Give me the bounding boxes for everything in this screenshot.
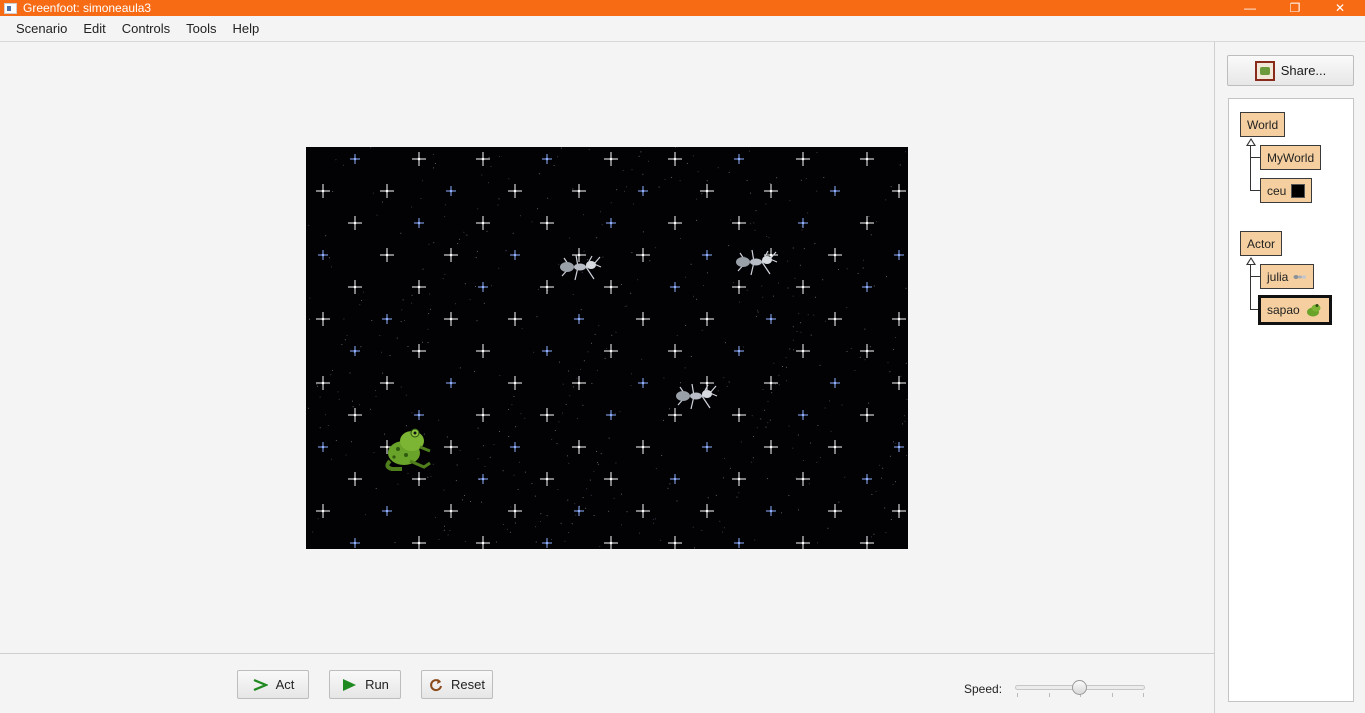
class-label: Actor <box>1247 236 1276 251</box>
menu-help[interactable]: Help <box>225 21 268 36</box>
share-icon <box>1254 60 1275 81</box>
minimize-button[interactable]: — <box>1230 0 1270 16</box>
ant-icon[interactable] <box>556 250 602 284</box>
class-world[interactable]: World <box>1240 112 1286 137</box>
tree-line <box>1250 146 1251 191</box>
window-title: Greenfoot: simoneaula3 <box>23 1 152 15</box>
menu-bar: Scenario Edit Controls Tools Help <box>0 16 1365 42</box>
slider-tick <box>1143 693 1144 697</box>
controls-divider <box>0 653 1214 654</box>
panel-divider <box>1214 42 1215 713</box>
run-button[interactable]: Run <box>329 670 401 699</box>
class-sapao[interactable]: sapao <box>1258 295 1332 325</box>
ant-icon[interactable] <box>672 379 718 413</box>
class-julia[interactable]: julia <box>1260 264 1315 289</box>
ant-icon <box>1293 274 1307 279</box>
reset-label: Reset <box>451 677 485 692</box>
act-label: Act <box>275 677 295 692</box>
tree-line <box>1250 276 1260 277</box>
frog-icon[interactable] <box>380 421 434 473</box>
act-button[interactable]: Act <box>237 670 309 699</box>
run-label: Run <box>365 677 389 692</box>
starfield-thumbnail-icon <box>1291 183 1306 198</box>
class-label: World <box>1247 117 1279 132</box>
class-label: ceu <box>1267 183 1287 198</box>
class-label: MyWorld <box>1267 150 1315 165</box>
inheritance-arrow-icon <box>1246 257 1256 265</box>
reset-button[interactable]: Reset <box>421 670 493 699</box>
slider-tick <box>1049 693 1050 697</box>
class-ceu[interactable]: ceu <box>1260 178 1313 203</box>
class-actor[interactable]: Actor <box>1240 231 1283 256</box>
tree-line <box>1250 265 1251 310</box>
reset-icon <box>430 678 442 691</box>
maximize-button[interactable]: ❐ <box>1275 0 1315 16</box>
close-button[interactable]: ✕ <box>1320 0 1360 16</box>
tree-line <box>1250 157 1260 158</box>
title-bar: Greenfoot: simoneaula3 — ❐ ✕ <box>0 0 1365 16</box>
world-canvas[interactable] <box>306 147 908 549</box>
inheritance-arrow-icon <box>1246 138 1256 146</box>
share-button[interactable]: Share... <box>1227 55 1354 86</box>
play-icon <box>343 678 357 691</box>
class-label: sapao <box>1267 303 1300 317</box>
starfield-background <box>306 147 908 549</box>
frog-icon <box>1306 304 1321 317</box>
menu-controls[interactable]: Controls <box>114 21 178 36</box>
slider-tick <box>1112 693 1113 697</box>
tree-line <box>1250 190 1260 191</box>
menu-tools[interactable]: Tools <box>178 21 224 36</box>
speed-label: Speed: <box>964 682 1003 696</box>
class-myworld[interactable]: MyWorld <box>1260 145 1322 170</box>
ant-icon[interactable] <box>732 245 778 279</box>
menu-scenario[interactable]: Scenario <box>8 21 75 36</box>
class-label: julia <box>1267 269 1289 284</box>
speed-slider-thumb[interactable] <box>1072 680 1087 695</box>
act-icon <box>253 678 268 691</box>
greenfoot-app-icon <box>4 2 17 14</box>
menu-edit[interactable]: Edit <box>75 21 113 36</box>
slider-tick <box>1017 693 1018 697</box>
share-label: Share... <box>1280 63 1327 78</box>
